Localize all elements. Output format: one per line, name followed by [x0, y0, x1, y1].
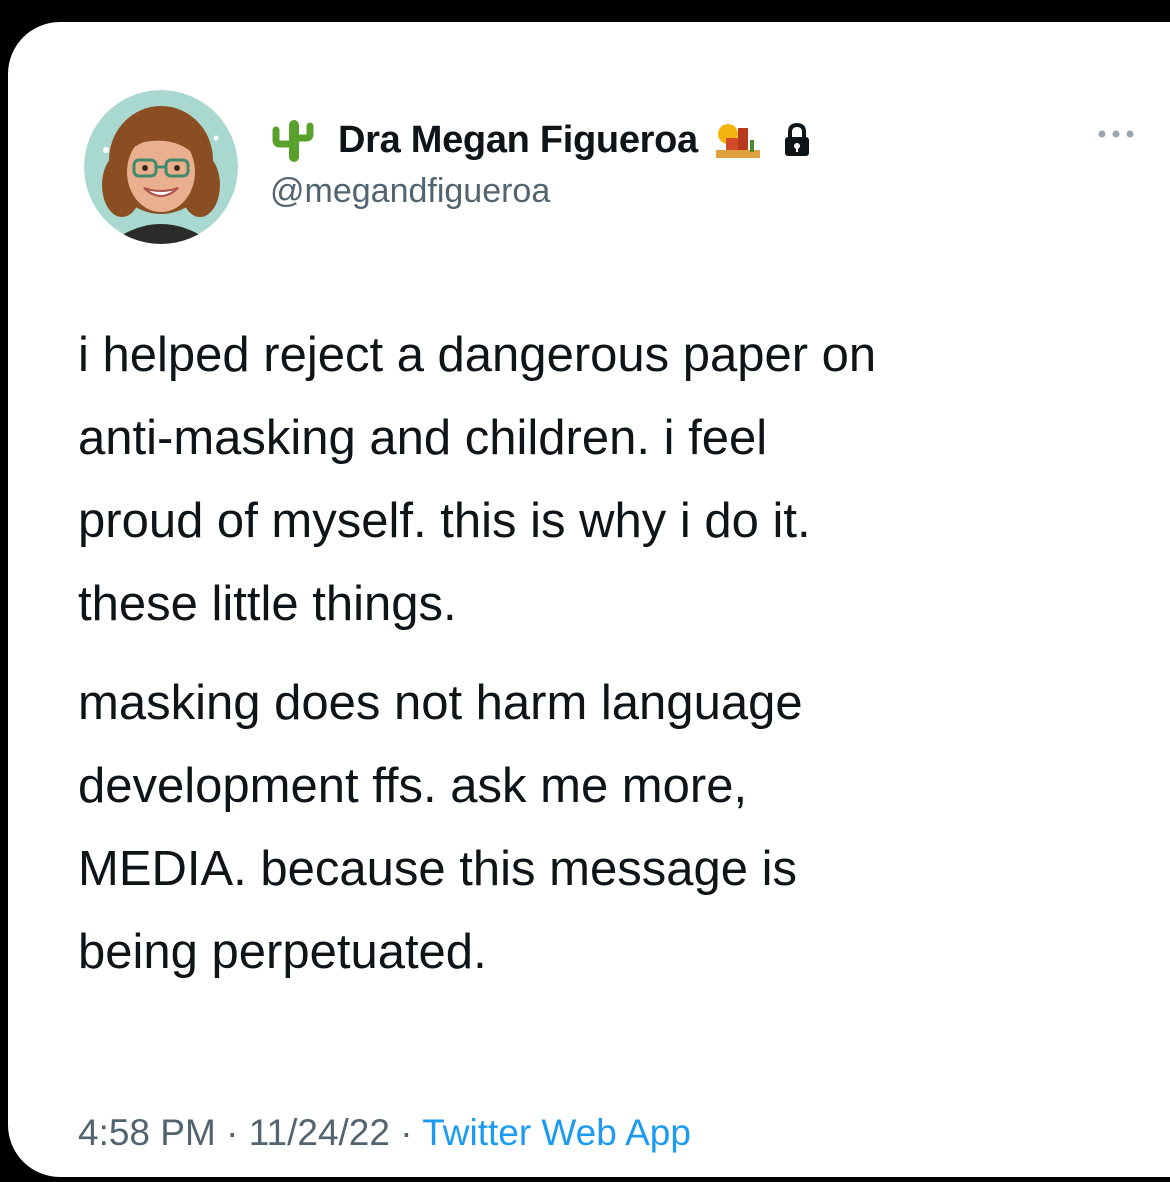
tweet-card: Dra Megan Figueroa @megandfigueroa i hel… [8, 22, 1170, 1177]
tweet-paragraph: masking does not harm language developme… [78, 676, 803, 979]
tweet-time[interactable]: 4:58 PM [78, 1112, 216, 1153]
tweet-text: i helped reject a dangerous paper on ant… [78, 314, 1158, 994]
tweet-date[interactable]: 11/24/22 [249, 1112, 390, 1153]
lock-icon [784, 122, 809, 156]
author-display-name[interactable]: Dra Megan Figueroa [338, 119, 698, 162]
meta-separator: · [215, 1112, 249, 1153]
author-handle[interactable]: @megandfigueroa [270, 172, 550, 211]
tweet-metadata: 4:58 PM · 11/24/22 · Twitter Web App [78, 1112, 691, 1154]
cactus-icon [272, 120, 314, 162]
tweet-source-link[interactable]: Twitter Web App [422, 1112, 691, 1153]
meta-separator: · [389, 1112, 423, 1153]
avatar[interactable] [84, 90, 238, 244]
author-name-row[interactable]: Dra Megan Figueroa [270, 118, 812, 162]
more-icon[interactable] [1094, 126, 1138, 142]
desert-icon [715, 124, 760, 158]
tweet-paragraph: i helped reject a dangerous paper on ant… [78, 328, 877, 631]
